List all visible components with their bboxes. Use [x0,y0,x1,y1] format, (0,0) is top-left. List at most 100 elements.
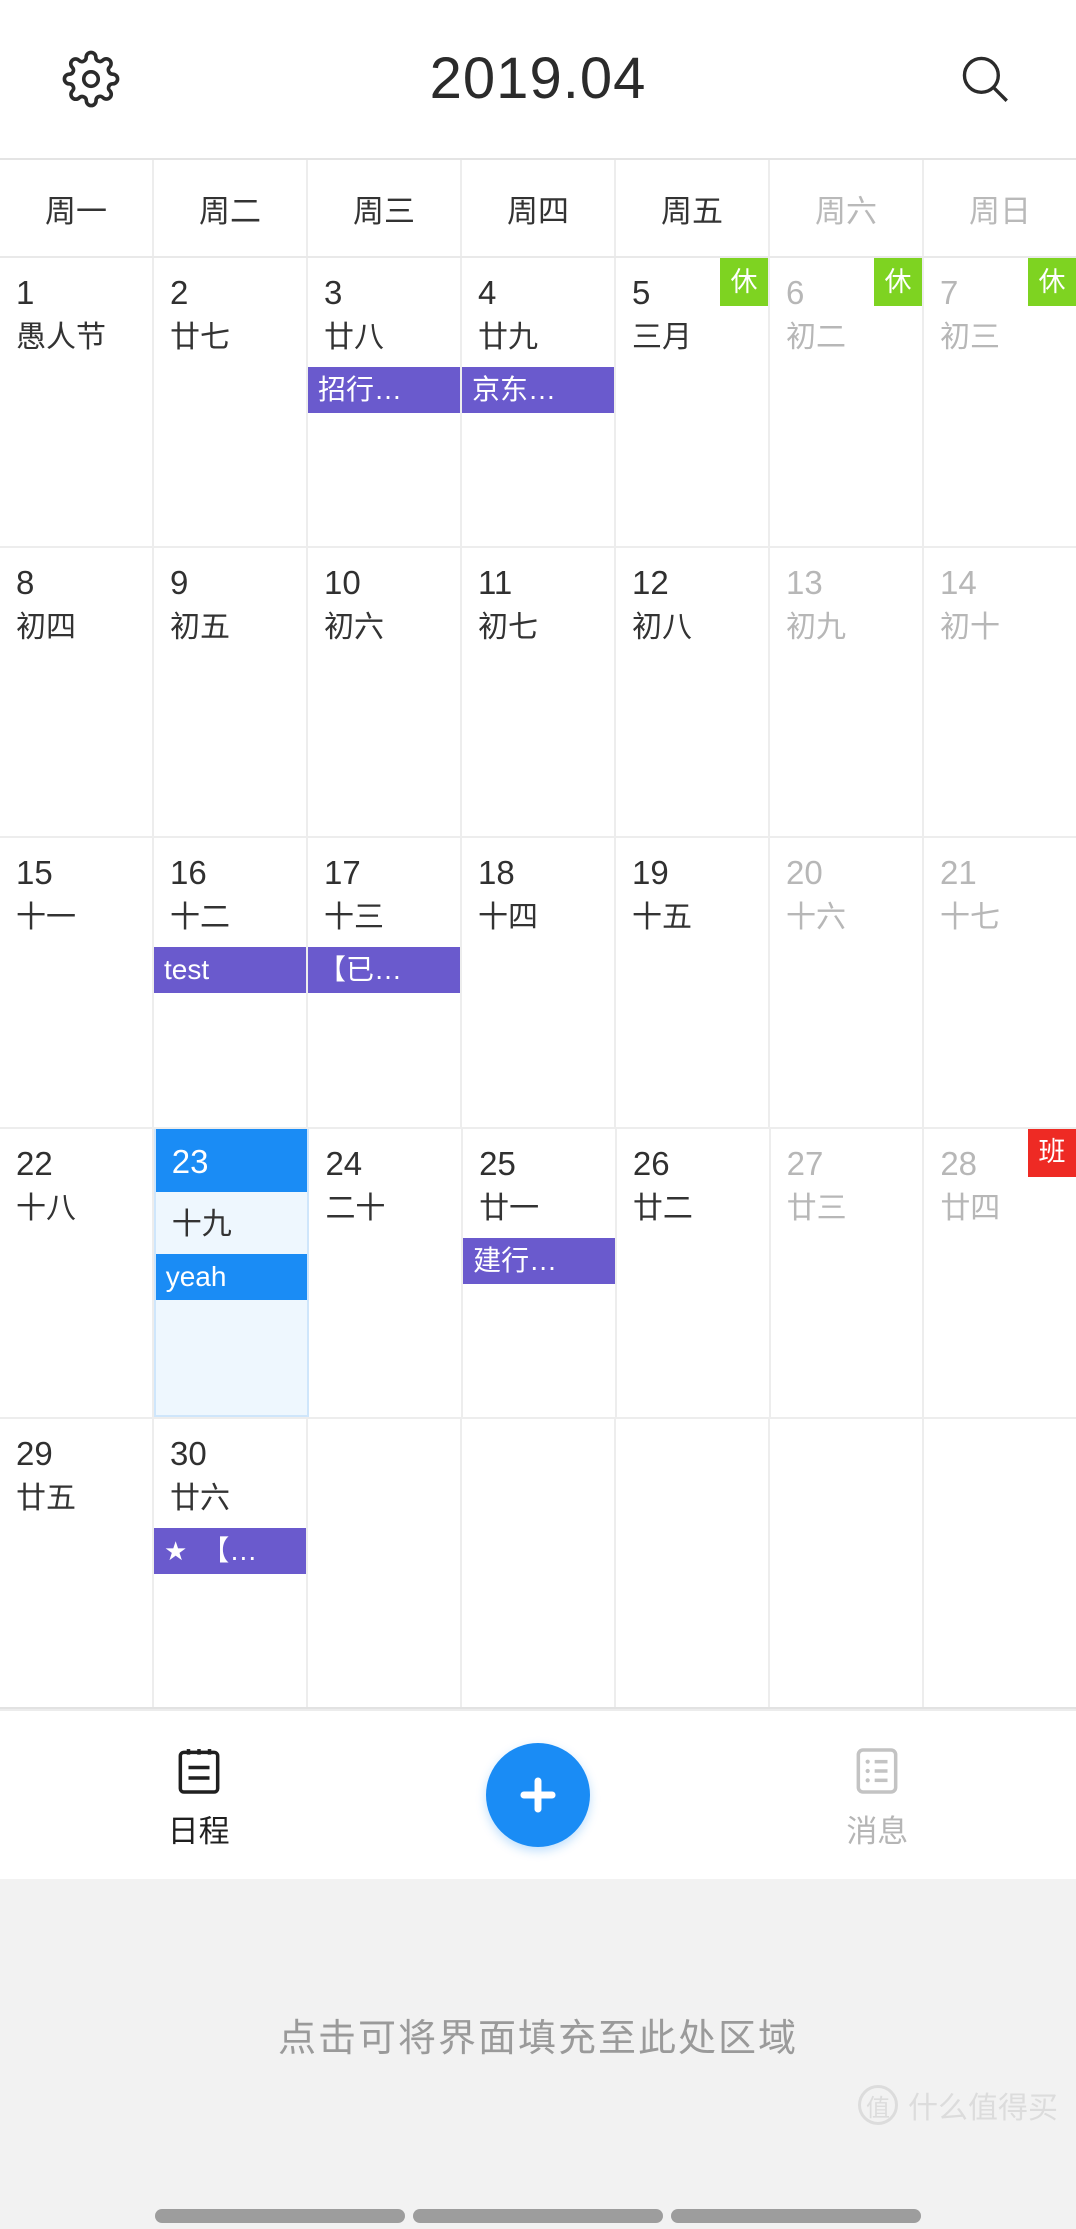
calendar-day-cell[interactable]: 20 十六 [770,838,924,1127]
calendar-day-cell[interactable]: 18 十四 [462,838,616,1127]
day-number: 16 [170,854,207,892]
weekday-label: 周二 [199,193,261,229]
calendar-day-cell[interactable]: 14 初十 [924,548,1076,837]
nav-item-messages[interactable]: 消息 [767,1743,987,1847]
calendar-day-cell[interactable]: 休 6 初二 [770,258,924,547]
day-events: ★ 【… [154,1527,306,1574]
calendar-day-cell[interactable]: 21 十七 [924,838,1076,1127]
calendar-empty-cell [924,1418,1076,1708]
weekday-label: 周一 [45,193,107,229]
calendar-day-cell[interactable]: 29 廿五 [0,1418,154,1708]
calendar-day-cell[interactable]: 11 初七 [462,548,616,837]
lunar-date-label: 初八 [632,611,692,645]
day-number: 26 [632,1144,670,1182]
lunar-date-label: 十四 [478,901,538,935]
weekday-header-6: 周日 [924,160,1076,256]
calendar-day-cell[interactable]: 13 初九 [770,548,924,837]
weekday-header-0: 周一 [0,160,154,256]
gear-icon[interactable] [58,46,124,112]
event-chip[interactable]: 【已… [308,947,460,994]
calendar-day-cell[interactable]: 1 愚人节 [0,258,154,547]
day-number: 17 [324,854,361,892]
calendar-app-screen: 2019.04 周一 周二 周三 周四 周五 周六 周日 1 愚人节 2 廿七 3 廿八 招行… 4 廿九京… [0,0,1076,2229]
day-number: 18 [478,854,515,892]
calendar-day-cell[interactable]: 30 廿六 ★ 【… [154,1418,308,1708]
lunar-date-label: 廿二 [632,1191,693,1225]
lunar-date-label [924,1437,1076,1451]
calendar-week-row: 1 愚人节 2 廿七 3 廿八 招行… 4 廿九 京东… 休 5 三月休 6 初二休 7 初三 [0,258,1076,549]
lunar-date-label [462,1437,614,1451]
fill-placeholder-area[interactable]: 点击可将界面填充至此处区域 值 什么值得买 [0,1879,1076,2189]
day-events: yeah [155,1253,308,1300]
lunar-date-label: 廿三 [786,1191,847,1225]
calendar-day-cell[interactable]: 10 初六 [308,548,462,837]
calendar-day-cell[interactable]: 26 廿二 [616,1128,771,1417]
calendar-empty-cell [616,1418,770,1708]
bottom-navigation-bar: 日程 消息 [0,1709,1076,1879]
system-nav-bar-back[interactable] [155,2209,405,2223]
day-number: 8 [16,564,35,602]
day-number [462,1419,614,1437]
calendar-day-cell[interactable]: 4 廿九 京东… [462,258,616,547]
calendar-day-cell[interactable]: 19 十五 [616,838,770,1127]
calendar-day-cell[interactable]: 16 十二 test [154,838,308,1127]
event-chip[interactable]: 建行… [463,1237,615,1284]
calendar-day-cell[interactable]: 9 初五 [154,548,308,837]
day-number: 29 [16,1434,53,1472]
lunar-date-label: 廿六 [170,1481,230,1515]
calendar-day-cell[interactable]: 23 十九 yeah [153,1128,310,1417]
day-events: 【已… [308,947,460,994]
rest-day-badge: 休 [1028,258,1076,306]
calendar-day-cell[interactable]: 24 二十 [309,1128,464,1417]
calendar-day-cell[interactable]: 12 初八 [616,548,770,837]
calendar-week-row: 29 廿五 30 廿六 ★ 【… [0,1418,1076,1710]
calendar-day-cell[interactable]: 2 廿七 [154,258,308,547]
calendar-day-cell[interactable]: 3 廿八 招行… [308,258,462,547]
lunar-date-label: 廿四 [940,1191,1001,1225]
event-chip[interactable]: test [154,947,306,994]
lunar-date-label: 初十 [940,611,1000,645]
lunar-date-label: 十六 [786,901,846,935]
day-number: 20 [786,854,823,892]
lunar-date-label [616,1437,768,1451]
event-chip[interactable]: 京东… [462,367,614,413]
fill-placeholder-text: 点击可将界面填充至此处区域 [277,2017,798,2060]
event-chip-label: yeah [165,1260,227,1292]
event-chip-label: 京东… [472,374,557,405]
weekday-header-row: 周一 周二 周三 周四 周五 周六 周日 [0,158,1076,258]
calendar-empty-cell [770,1418,924,1708]
calendar-day-cell[interactable]: 休 7 初三 [924,258,1076,547]
day-number: 21 [940,854,977,892]
system-nav-bar-home[interactable] [413,2209,663,2223]
calendar-day-cell[interactable]: 17 十三 【已… [308,838,462,1127]
lunar-date-label: 初五 [170,611,230,645]
lunar-date-label [308,1437,460,1451]
nav-label-messages: 消息 [846,1814,909,1849]
lunar-date-label: 初三 [940,321,1000,354]
add-event-button[interactable] [485,1743,590,1847]
day-number: 4 [478,274,497,311]
day-number: 12 [632,564,669,602]
calendar-week-row: 15 十一 16 十二 test 17 十三 【已… 18 十四 19 十五 20 十六 21 十七 [0,838,1076,1129]
event-chip[interactable]: 招行… [308,367,460,413]
lunar-date-label: 二十 [325,1191,386,1225]
nav-item-schedule[interactable]: 日程 [89,1743,309,1847]
calendar-empty-cell [462,1418,616,1708]
calendar-day-cell[interactable]: 27 廿三 [770,1128,925,1417]
event-chip-label: test [164,954,210,986]
calendar-day-cell[interactable]: 22 十八 [0,1128,154,1417]
day-number: 23 [155,1128,308,1192]
system-nav-bar-recents[interactable] [671,2209,921,2223]
calendar-day-cell[interactable]: 15 十一 [0,838,154,1127]
lunar-date-label: 愚人节 [16,321,106,354]
calendar-day-cell[interactable]: 8 初四 [0,548,154,837]
rest-day-badge: 休 [874,258,922,306]
calendar-day-cell[interactable]: 班 28 廿四 [924,1128,1076,1417]
lunar-date-label: 十五 [632,901,692,935]
day-number: 13 [786,564,823,602]
search-icon[interactable] [952,46,1018,112]
calendar-day-cell[interactable]: 休 5 三月 [616,258,770,547]
calendar-day-cell[interactable]: 25 廿一 建行… [463,1128,617,1417]
event-chip[interactable]: ★ 【… [154,1527,306,1574]
event-chip[interactable]: yeah [155,1253,308,1300]
